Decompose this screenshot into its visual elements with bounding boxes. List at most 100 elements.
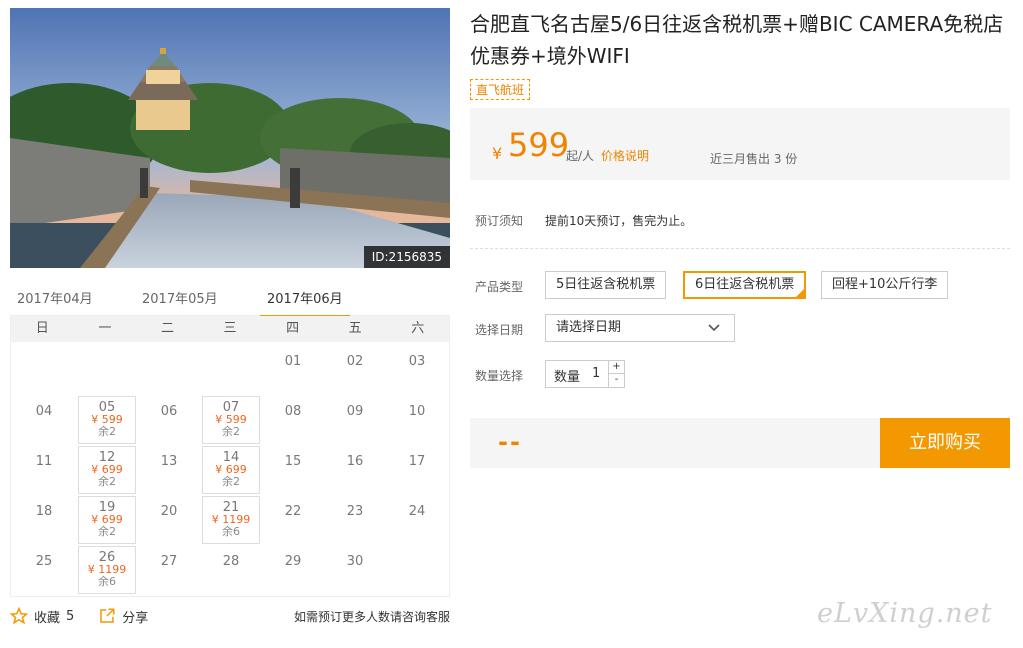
bottom-bar: 收藏 5 分享 如需预订更多人数请咨询客服 (10, 604, 450, 628)
castle-photo (10, 8, 450, 268)
day-number: 27 (160, 554, 178, 569)
buy-now-button[interactable]: 立即购买 (880, 418, 1010, 468)
share-button[interactable]: 分享 (98, 607, 148, 626)
day-number: 06 (160, 404, 178, 419)
calendar-day: 20 (140, 496, 198, 544)
weekday-thu: 四 (286, 321, 300, 336)
calendar-day: 18 (15, 496, 73, 544)
day-number: 25 (35, 554, 53, 569)
day-stock: 余6 (222, 525, 240, 538)
day-number: 22 (284, 504, 302, 519)
option-5day[interactable]: 5日往返含税机票 (545, 271, 667, 299)
calendar-day-available[interactable]: 07 ¥ 599 余2 (202, 396, 260, 444)
month-tabs: 2017年04月 2017年05月 2017年06月 (10, 282, 450, 318)
sold-count: 近三月售出 3 份 (710, 152, 798, 166)
day-number: 26 (98, 550, 116, 565)
day-number: 23 (346, 504, 364, 519)
calendar-day: 17 (388, 446, 446, 494)
date-select[interactable]: 请选择日期 (545, 314, 735, 342)
price-unit: 起/人 (566, 149, 595, 163)
calendar-day: 11 (15, 446, 73, 494)
weekday-sat: 六 (411, 321, 425, 336)
calendar-day-available[interactable]: 21 ¥ 1199 余6 (202, 496, 260, 544)
day-stock: 余2 (98, 425, 116, 438)
day-number: 30 (346, 554, 364, 569)
calendar-day: 27 (140, 546, 198, 594)
quantity-stepper: 数量 1 + - (545, 360, 625, 388)
day-number: 12 (98, 450, 116, 465)
tab-2017-06[interactable]: 2017年06月 (260, 288, 350, 318)
star-icon (10, 607, 28, 625)
day-number: 13 (160, 454, 178, 469)
favorite-label: 收藏 (34, 610, 61, 626)
chevron-down-icon (708, 324, 720, 332)
calendar-day-available[interactable]: 26 ¥ 1199 余6 (78, 546, 136, 594)
share-label: 分享 (122, 610, 149, 626)
notice-text: 提前10天预订，售完为止。 (545, 214, 693, 228)
group-booking-note: 如需预订更多人数请咨询客服 (293, 609, 450, 624)
day-number: 07 (222, 400, 240, 415)
price-note-link[interactable]: 价格说明 (601, 147, 649, 164)
day-number: 09 (346, 404, 364, 419)
price-value: 599 (508, 126, 570, 164)
photo-id-label: ID:2156835 (363, 246, 450, 268)
calendar-day: 25 (15, 546, 73, 594)
qty-label: 数量 (554, 370, 581, 385)
product-photo: ID:2156835 (10, 8, 450, 268)
calendar-day-available[interactable]: 19 ¥ 699 余2 (78, 496, 136, 544)
favorite-count: 5 (66, 608, 75, 624)
day-number: 01 (284, 354, 302, 369)
calendar-day: 01 (264, 346, 322, 394)
option-return-baggage[interactable]: 回程+10公斤行李 (821, 271, 949, 299)
day-stock: 余6 (98, 575, 116, 588)
day-number: 24 (408, 504, 426, 519)
qty-value[interactable]: 1 (592, 366, 600, 381)
day-number: 05 (98, 400, 116, 415)
calendar-day: 22 (264, 496, 322, 544)
watermark: eLvXing.net (817, 598, 993, 629)
notice-label: 预订须知 (475, 214, 524, 228)
calendar-day: 28 (202, 546, 260, 594)
weekday-fri: 五 (348, 321, 362, 336)
weekday-mon: 一 (98, 321, 112, 336)
day-stock: 余2 (222, 475, 240, 488)
qty-plus-button[interactable]: + (608, 361, 624, 374)
price-currency: ¥ (492, 144, 503, 163)
qty-minus-button[interactable]: - (608, 374, 624, 387)
tab-2017-05[interactable]: 2017年05月 (142, 288, 218, 307)
price-box: ¥ 599 起/人 价格说明 近三月售出 3 份 (470, 108, 1010, 180)
day-number: 08 (284, 404, 302, 419)
favorite-button[interactable]: 收藏 5 (10, 607, 74, 626)
share-icon (100, 608, 115, 623)
calendar-day: 29 (264, 546, 322, 594)
calendar-day: 08 (264, 396, 322, 444)
calendar-day: 06 (140, 396, 198, 444)
calendar-day-available[interactable]: 14 ¥ 699 余2 (202, 446, 260, 494)
day-number: 28 (222, 554, 240, 569)
day-number: 21 (222, 500, 240, 515)
option-6day[interactable]: 6日往返含税机票 (683, 271, 807, 301)
date-label: 选择日期 (475, 323, 524, 337)
day-number: 04 (35, 404, 53, 419)
calendar-day-available[interactable]: 12 ¥ 699 余2 (78, 446, 136, 494)
day-number: 29 (284, 554, 302, 569)
tab-2017-04[interactable]: 2017年04月 (17, 288, 93, 307)
day-number: 14 (222, 450, 240, 465)
calendar-day: 30 (326, 546, 384, 594)
day-stock: 余2 (98, 475, 116, 488)
calendar-day: 24 (388, 496, 446, 544)
weekday-tue: 二 (160, 321, 174, 336)
qty-section-label: 数量选择 (475, 369, 524, 383)
calendar-weekdays: 日 一 二 三 四 五 六 (11, 316, 449, 342)
calendar-day: 03 (388, 346, 446, 394)
day-number: 11 (35, 454, 53, 469)
day-number: 17 (408, 454, 426, 469)
day-number: 03 (408, 354, 426, 369)
calendar: 日 一 二 三 四 五 六 01 02 03 04 05 ¥ 599 余2 06 07 ¥ 599… (10, 316, 450, 597)
calendar-day: 16 (326, 446, 384, 494)
calendar-day: 09 (326, 396, 384, 444)
calendar-day-available[interactable]: 05 ¥ 599 余2 (78, 396, 136, 444)
calendar-day: 15 (264, 446, 322, 494)
divider (470, 248, 1010, 249)
day-number: 20 (160, 504, 178, 519)
